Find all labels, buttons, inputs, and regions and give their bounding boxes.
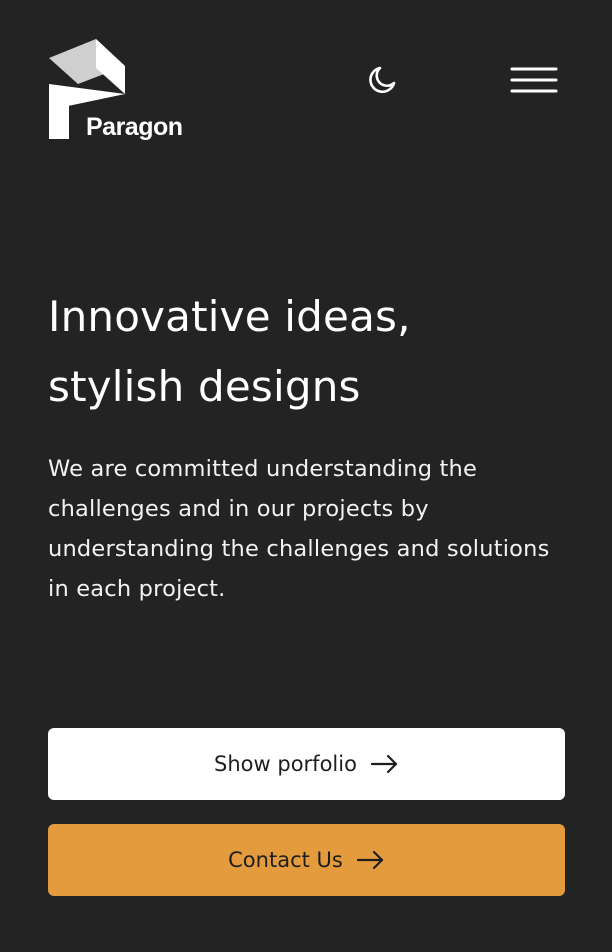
arrow-right-icon bbox=[370, 754, 398, 774]
show-portfolio-label: Show porfolio bbox=[214, 752, 357, 776]
site-header: Paragon bbox=[0, 0, 612, 160]
moon-icon bbox=[369, 66, 396, 93]
contact-us-label: Contact Us bbox=[228, 848, 343, 872]
menu-button[interactable] bbox=[510, 64, 558, 96]
arrow-right-icon bbox=[356, 850, 383, 870]
theme-toggle-button[interactable] bbox=[366, 64, 398, 96]
contact-us-button[interactable]: Contact Us bbox=[48, 824, 565, 896]
hero-description: We are committed understanding the chall… bbox=[48, 456, 550, 602]
hero-title-line1: Innovative ideas, bbox=[48, 292, 411, 341]
brand-name: Paragon bbox=[86, 113, 183, 141]
brand-logo[interactable]: Paragon bbox=[48, 38, 198, 146]
hamburger-menu-icon bbox=[510, 67, 558, 93]
show-portfolio-button[interactable]: Show porfolio bbox=[48, 728, 565, 800]
hero-title-line2: stylish designs bbox=[48, 362, 361, 411]
hero-title: Innovative ideas, stylish designs bbox=[48, 282, 568, 422]
